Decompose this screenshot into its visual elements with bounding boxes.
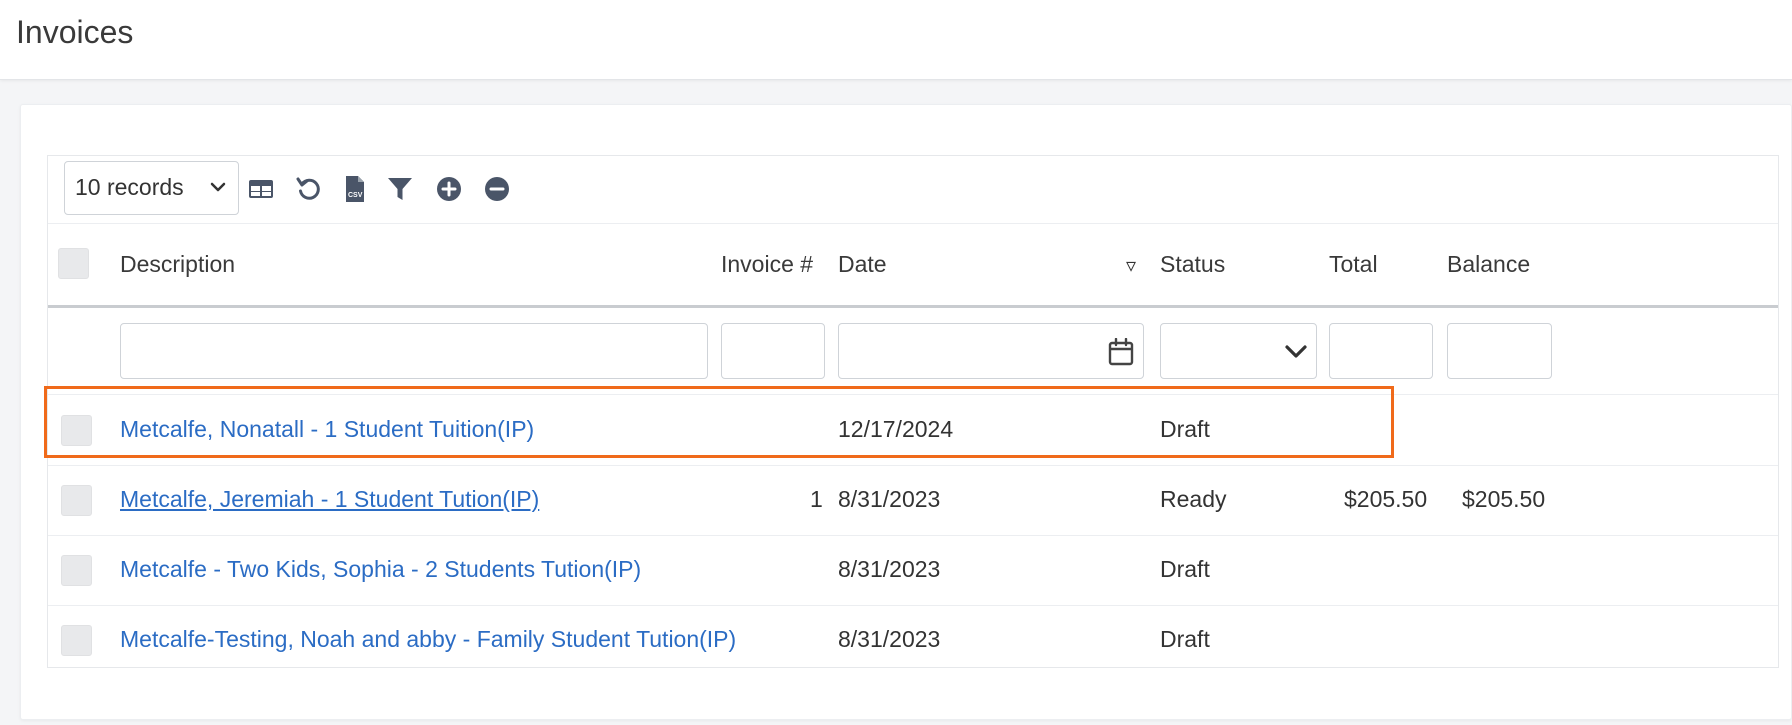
invoices-grid: 10 records CSV Description Invoice # Dat… (47, 155, 1779, 668)
invoice-status: Draft (1160, 626, 1210, 652)
invoice-status: Draft (1160, 556, 1210, 582)
total-filter-input[interactable] (1329, 323, 1433, 379)
invoice-total: $205.50 (1344, 486, 1428, 512)
column-header-description[interactable]: Description (120, 251, 235, 278)
calendar-icon[interactable] (1108, 338, 1134, 366)
invoice-description-link[interactable]: Metcalfe - Two Kids, Sophia - 2 Students… (120, 556, 641, 583)
table-row[interactable]: Metcalfe - Two Kids, Sophia - 2 Students… (48, 536, 1778, 606)
column-header-total[interactable]: Total (1329, 251, 1378, 278)
filter-icon[interactable] (385, 174, 415, 204)
invoice-description-link[interactable]: Metcalfe, Jeremiah - 1 Student Tution(IP… (120, 486, 539, 513)
invoices-card: 10 records CSV Description Invoice # Dat… (20, 104, 1792, 720)
column-header-balance[interactable]: Balance (1447, 251, 1530, 278)
row-checkbox[interactable] (61, 625, 92, 656)
invoice-date: 12/17/2024 (838, 416, 954, 442)
invoice-status: Ready (1160, 486, 1227, 512)
sort-indicator-icon[interactable]: ▿ (1126, 253, 1136, 278)
invoice-date: 8/31/2023 (838, 556, 941, 582)
page-title: Invoices (16, 14, 134, 50)
page-header: Invoices (0, 0, 1792, 80)
column-header-invoice[interactable]: Invoice # (721, 251, 813, 278)
description-filter-input[interactable] (120, 323, 708, 379)
csv-icon[interactable]: CSV (340, 174, 370, 204)
column-header-status[interactable]: Status (1160, 251, 1225, 278)
status-filter-select[interactable] (1160, 323, 1317, 379)
records-per-page-value: 10 records (75, 174, 184, 200)
table-filter-row (48, 311, 1778, 395)
table-row[interactable]: Metcalfe, Nonatall - 1 Student Tuition(I… (48, 396, 1778, 466)
table-header-row: Description Invoice # Date ▿ Status Tota… (48, 224, 1778, 308)
table-row[interactable]: Metcalfe-Testing, Noah and abby - Family… (48, 606, 1778, 676)
invoice-date: 8/31/2023 (838, 626, 941, 652)
invoice-balance: $205.50 (1462, 486, 1546, 512)
date-filter-input[interactable] (838, 323, 1144, 379)
balance-filter-input[interactable] (1447, 323, 1552, 379)
minus-circle-icon[interactable] (482, 174, 512, 204)
row-checkbox[interactable] (61, 485, 92, 516)
select-all-checkbox[interactable] (58, 248, 89, 279)
table-icon[interactable] (246, 174, 276, 204)
column-header-date[interactable]: Date (838, 251, 887, 278)
chevron-down-icon (210, 182, 226, 192)
plus-circle-icon[interactable] (434, 174, 464, 204)
invoice-description-link[interactable]: Metcalfe-Testing, Noah and abby - Family… (120, 626, 736, 653)
invoice-number: 1 (810, 486, 823, 512)
table-row[interactable]: Metcalfe, Jeremiah - 1 Student Tution(IP… (48, 466, 1778, 536)
chevron-down-icon (1285, 345, 1307, 358)
records-per-page-select[interactable]: 10 records (64, 161, 239, 215)
row-checkbox[interactable] (61, 555, 92, 586)
invoice-date: 8/31/2023 (838, 486, 941, 512)
refresh-icon[interactable] (294, 174, 324, 204)
invoice-filter-input[interactable] (721, 323, 825, 379)
invoice-status: Draft (1160, 416, 1210, 442)
grid-toolbar: 10 records CSV (48, 156, 1778, 224)
invoice-description-link[interactable]: Metcalfe, Nonatall - 1 Student Tuition(I… (120, 416, 534, 443)
svg-text:CSV: CSV (348, 192, 363, 199)
row-checkbox[interactable] (61, 415, 92, 446)
